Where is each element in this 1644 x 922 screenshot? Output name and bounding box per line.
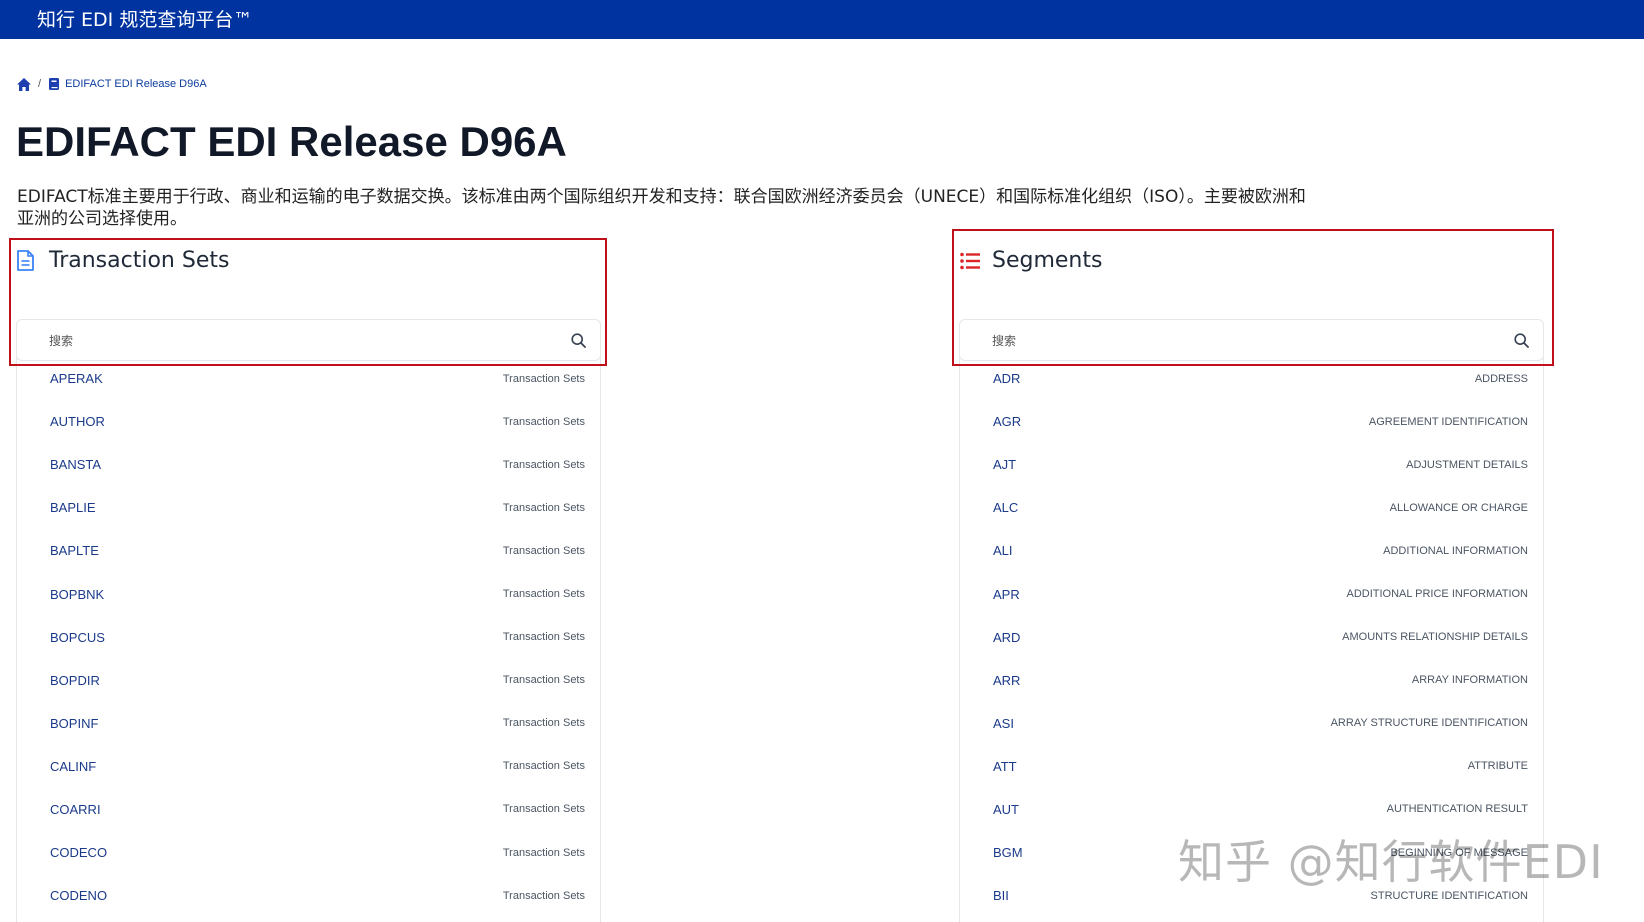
transaction-set-row[interactable]: CODENO Transaction Sets — [17, 874, 600, 917]
breadcrumb-separator: / — [38, 78, 42, 90]
transaction-set-row-label: Transaction Sets — [502, 458, 585, 471]
segment-row[interactable]: ALI ADDITIONAL INFORMATION — [960, 529, 1543, 572]
segment-row-code[interactable]: ADR — [993, 371, 1020, 386]
document-icon — [17, 250, 37, 272]
transaction-set-row-label: Transaction Sets — [502, 889, 585, 902]
transaction-set-row-code[interactable]: APERAK — [50, 371, 103, 386]
segment-row[interactable]: AUT AUTHENTICATION RESULT — [960, 788, 1543, 831]
segment-row-code[interactable]: ARR — [993, 673, 1020, 688]
book-icon — [49, 78, 60, 90]
segment-row-label: ADJUSTMENT DETAILS — [1406, 458, 1528, 471]
transaction-set-row-label: Transaction Sets — [502, 846, 585, 859]
home-icon[interactable] — [17, 77, 31, 91]
transaction-set-row-code[interactable]: BOPINF — [50, 716, 98, 731]
segments-search-input[interactable] — [990, 330, 1461, 352]
segment-row-label: ADDRESS — [1474, 372, 1528, 385]
segment-row[interactable]: ASI ARRAY STRUCTURE IDENTIFICATION — [960, 702, 1543, 745]
transaction-sets-title: Transaction Sets — [17, 248, 229, 273]
search-icon[interactable] — [571, 333, 586, 353]
transaction-set-row-code[interactable]: CODENO — [50, 888, 107, 903]
transaction-set-row[interactable]: BOPDIR Transaction Sets — [17, 659, 600, 702]
transaction-set-row[interactable]: BANSTA Transaction Sets — [17, 443, 600, 486]
segment-row[interactable]: ARD AMOUNTS RELATIONSHIP DETAILS — [960, 616, 1543, 659]
page-title: EDIFACT EDI Release D96A — [16, 118, 567, 165]
transaction-set-row[interactable]: APERAK Transaction Sets — [17, 357, 600, 400]
transaction-set-row-code[interactable]: BAPLTE — [50, 543, 99, 558]
segment-row-code[interactable]: APR — [993, 587, 1020, 602]
transaction-sets-search-input[interactable] — [47, 330, 518, 352]
segment-row-label: AMOUNTS RELATIONSHIP DETAILS — [1342, 631, 1528, 644]
segment-row[interactable]: ALC ALLOWANCE OR CHARGE — [960, 486, 1543, 529]
segment-row-code[interactable]: AJT — [993, 457, 1016, 472]
top-bar: 知行 EDI 规范查询平台™ — [0, 0, 1644, 39]
segment-row-label: AUTHENTICATION RESULT — [1386, 803, 1528, 816]
transaction-set-row-label: Transaction Sets — [502, 717, 585, 730]
segment-row-label: ADDITIONAL INFORMATION — [1383, 544, 1528, 557]
transaction-set-row[interactable]: BAPLIE Transaction Sets — [17, 486, 600, 529]
segment-row[interactable]: AJT ADJUSTMENT DETAILS — [960, 443, 1543, 486]
transaction-set-row-label: Transaction Sets — [502, 631, 585, 644]
breadcrumb: / EDIFACT EDI Release D96A — [17, 76, 207, 92]
segments-title: Segments — [960, 248, 1102, 273]
transaction-set-row-label: Transaction Sets — [502, 803, 585, 816]
transaction-set-row[interactable]: BOPINF Transaction Sets — [17, 702, 600, 745]
transaction-set-row-label: Transaction Sets — [502, 372, 585, 385]
segments-heading: Segments — [992, 248, 1103, 273]
segment-row-label: ARRAY INFORMATION — [1411, 674, 1528, 687]
transaction-set-row-code[interactable]: BOPDIR — [50, 673, 100, 688]
segments-search — [959, 319, 1544, 361]
transaction-set-row[interactable]: BAPLTE Transaction Sets — [17, 529, 600, 572]
transaction-set-row-code[interactable]: BANSTA — [50, 457, 101, 472]
segment-row-code[interactable]: ALC — [993, 500, 1018, 515]
transaction-set-row-label: Transaction Sets — [502, 415, 585, 428]
brand-logo[interactable]: 知行 EDI 规范查询平台™ — [37, 5, 252, 32]
search-icon[interactable] — [1514, 333, 1529, 353]
segment-row[interactable]: AGR AGREEMENT IDENTIFICATION — [960, 400, 1543, 443]
transaction-sets-heading: Transaction Sets — [49, 248, 230, 273]
transaction-set-row-label: Transaction Sets — [502, 674, 585, 687]
watermark: 知乎 @知行软件EDI — [1178, 835, 1604, 889]
transaction-set-row[interactable]: CODECO Transaction Sets — [17, 831, 600, 874]
transaction-set-row[interactable]: COARRI Transaction Sets — [17, 788, 600, 831]
breadcrumb-current[interactable]: EDIFACT EDI Release D96A — [65, 78, 207, 90]
segment-row[interactable]: APR ADDITIONAL PRICE INFORMATION — [960, 572, 1543, 615]
segment-row[interactable]: ADR ADDRESS — [960, 357, 1543, 400]
segment-row-code[interactable]: ALI — [993, 543, 1013, 558]
page-description: EDIFACT标准主要用于行政、商业和运输的电子数据交换。该标准由两个国际组织开… — [17, 187, 1306, 229]
transaction-sets-list: APERAK Transaction Sets AUTHOR Transaction … — [16, 357, 601, 922]
segment-row-label: ADDITIONAL PRICE INFORMATION — [1346, 588, 1528, 601]
transaction-set-row[interactable]: AUTHOR Transaction Sets — [17, 400, 600, 443]
transaction-sets-search — [16, 319, 601, 361]
segment-row-code[interactable]: ASI — [993, 716, 1014, 731]
segment-row[interactable]: ARR ARRAY INFORMATION — [960, 659, 1543, 702]
transaction-set-row[interactable]: BOPBNK Transaction Sets — [17, 572, 600, 615]
transaction-set-row-code[interactable]: BOPBNK — [50, 587, 104, 602]
transaction-set-row-label: Transaction Sets — [502, 760, 585, 773]
segment-row-code[interactable]: AGR — [993, 414, 1021, 429]
transaction-set-row-code[interactable]: BOPCUS — [50, 630, 105, 645]
segment-row-code[interactable]: AUT — [993, 802, 1019, 817]
segment-row[interactable]: ATT ATTRIBUTE — [960, 745, 1543, 788]
transaction-set-row[interactable]: BOPCUS Transaction Sets — [17, 616, 600, 659]
segment-row-code[interactable]: ARD — [993, 630, 1020, 645]
segment-row-label: ATTRIBUTE — [1467, 760, 1528, 773]
transaction-set-row-label: Transaction Sets — [502, 501, 585, 514]
segment-row-label: ARRAY STRUCTURE IDENTIFICATION — [1330, 717, 1528, 730]
transaction-set-row-code[interactable]: CALINF — [50, 759, 96, 774]
segment-row-code[interactable]: BGM — [993, 845, 1023, 860]
transaction-set-row-label: Transaction Sets — [502, 544, 585, 557]
transaction-set-row[interactable]: CALINF Transaction Sets — [17, 745, 600, 788]
segment-row-label: AGREEMENT IDENTIFICATION — [1368, 415, 1528, 428]
transaction-set-row-code[interactable]: BAPLIE — [50, 500, 96, 515]
segment-row-code[interactable]: ATT — [993, 759, 1017, 774]
segment-row-code[interactable]: BII — [993, 888, 1009, 903]
transaction-set-row-code[interactable]: CODECO — [50, 845, 107, 860]
transaction-set-row-label: Transaction Sets — [502, 588, 585, 601]
list-icon — [960, 250, 980, 272]
transaction-set-row-code[interactable]: AUTHOR — [50, 414, 105, 429]
segment-row-label: ALLOWANCE OR CHARGE — [1389, 501, 1528, 514]
transaction-set-row-code[interactable]: COARRI — [50, 802, 101, 817]
